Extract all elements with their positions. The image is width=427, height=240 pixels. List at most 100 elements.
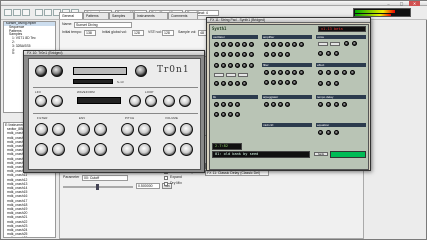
knob[interactable]: [292, 42, 297, 47]
knob[interactable]: [228, 42, 233, 47]
knob[interactable]: [285, 42, 290, 47]
dial[interactable]: [138, 143, 151, 156]
dial[interactable]: [35, 95, 47, 107]
knob[interactable]: [271, 102, 276, 107]
dial[interactable]: [94, 143, 107, 156]
knob[interactable]: [285, 70, 290, 75]
list-item[interactable]: mdk_crash26: [4, 236, 55, 237]
knob[interactable]: [285, 102, 290, 107]
dial[interactable]: [77, 143, 90, 156]
knob[interactable]: [221, 52, 226, 57]
knob[interactable]: [278, 52, 283, 57]
knob[interactable]: [278, 102, 283, 107]
knob[interactable]: [214, 112, 219, 117]
new-icon[interactable]: [4, 9, 12, 16]
voice-button[interactable]: [318, 42, 328, 46]
knob[interactable]: [318, 130, 323, 135]
knob[interactable]: [342, 70, 347, 75]
knob[interactable]: [228, 52, 233, 57]
play-icon[interactable]: [35, 9, 43, 16]
knob[interactable]: [264, 52, 269, 57]
patch-display[interactable]: 01: old bank by seed: [212, 151, 310, 158]
knob[interactable]: [344, 41, 349, 46]
knob[interactable]: [235, 52, 240, 57]
knob[interactable]: [228, 63, 233, 68]
knob[interactable]: [221, 42, 226, 47]
knob[interactable]: [342, 102, 347, 107]
song-name-field[interactable]: Sunset Diving: [74, 22, 132, 28]
knob[interactable]: [334, 81, 339, 86]
tab-comments[interactable]: Comments: [168, 12, 198, 19]
knob[interactable]: [326, 51, 331, 56]
knob[interactable]: [228, 112, 233, 117]
dial[interactable]: [145, 95, 157, 107]
tab-patterns[interactable]: Patterns: [83, 12, 109, 19]
knob[interactable]: [242, 81, 247, 86]
knob[interactable]: [221, 81, 226, 86]
dial[interactable]: [163, 123, 176, 136]
save-icon[interactable]: [22, 9, 30, 16]
dial[interactable]: [121, 123, 134, 136]
knob[interactable]: [326, 81, 331, 86]
knob[interactable]: [285, 52, 290, 57]
knob[interactable]: [334, 70, 339, 75]
dial[interactable]: [138, 123, 151, 136]
dial[interactable]: [180, 143, 193, 156]
dial[interactable]: [180, 123, 193, 136]
knob[interactable]: [235, 42, 240, 47]
knob[interactable]: [214, 63, 219, 68]
knob[interactable]: [278, 80, 283, 85]
knob[interactable]: [326, 130, 331, 135]
bank-button[interactable]: bank: [314, 152, 328, 156]
knob[interactable]: [271, 52, 276, 57]
knob[interactable]: [285, 80, 290, 85]
open-icon[interactable]: [13, 9, 21, 16]
knob[interactable]: [318, 81, 323, 86]
dial[interactable]: [52, 143, 65, 156]
knob[interactable]: [299, 70, 304, 75]
knob[interactable]: [135, 65, 147, 77]
knob[interactable]: [334, 51, 339, 56]
osc-button[interactable]: [238, 73, 248, 77]
knob[interactable]: [51, 65, 63, 77]
dial[interactable]: [163, 143, 176, 156]
knob[interactable]: [249, 63, 254, 68]
knob[interactable]: [299, 42, 304, 47]
parameter-slider-handle[interactable]: [96, 184, 99, 190]
knob[interactable]: [249, 52, 254, 57]
knob[interactable]: [35, 65, 47, 77]
osc-button[interactable]: [214, 73, 224, 77]
knob[interactable]: [271, 80, 276, 85]
dial[interactable]: [121, 143, 134, 156]
initial-tempo-field[interactable]: 138: [84, 30, 96, 36]
dial[interactable]: [51, 95, 63, 107]
knob[interactable]: [214, 81, 219, 86]
dial[interactable]: [52, 123, 65, 136]
knob[interactable]: [242, 63, 247, 68]
knob[interactable]: [214, 42, 219, 47]
knob[interactable]: [221, 102, 226, 107]
knob[interactable]: [271, 42, 276, 47]
stop-icon[interactable]: [44, 9, 52, 16]
knob[interactable]: [242, 42, 247, 47]
osc-button[interactable]: [226, 73, 236, 77]
knob[interactable]: [318, 51, 323, 56]
dial[interactable]: [35, 143, 48, 156]
knob[interactable]: [264, 70, 269, 75]
dial[interactable]: [94, 123, 107, 136]
dial[interactable]: [163, 95, 175, 107]
tab-instruments[interactable]: Instruments: [134, 12, 168, 19]
knob[interactable]: [214, 102, 219, 107]
synth1-title[interactable]: FX 11: String Pad - Synth1 (Bridged): [207, 18, 370, 23]
voice-button[interactable]: [330, 42, 340, 46]
tab-samples[interactable]: Samples: [109, 12, 134, 19]
knob[interactable]: [278, 42, 283, 47]
knob[interactable]: [221, 63, 226, 68]
parameter-select[interactable]: 00: Cutoff: [82, 175, 128, 181]
knob[interactable]: [350, 70, 355, 75]
knob[interactable]: [318, 70, 323, 75]
knob[interactable]: [334, 102, 339, 107]
knob[interactable]: [264, 102, 269, 107]
knob[interactable]: [352, 41, 357, 46]
knob[interactable]: [221, 112, 226, 117]
